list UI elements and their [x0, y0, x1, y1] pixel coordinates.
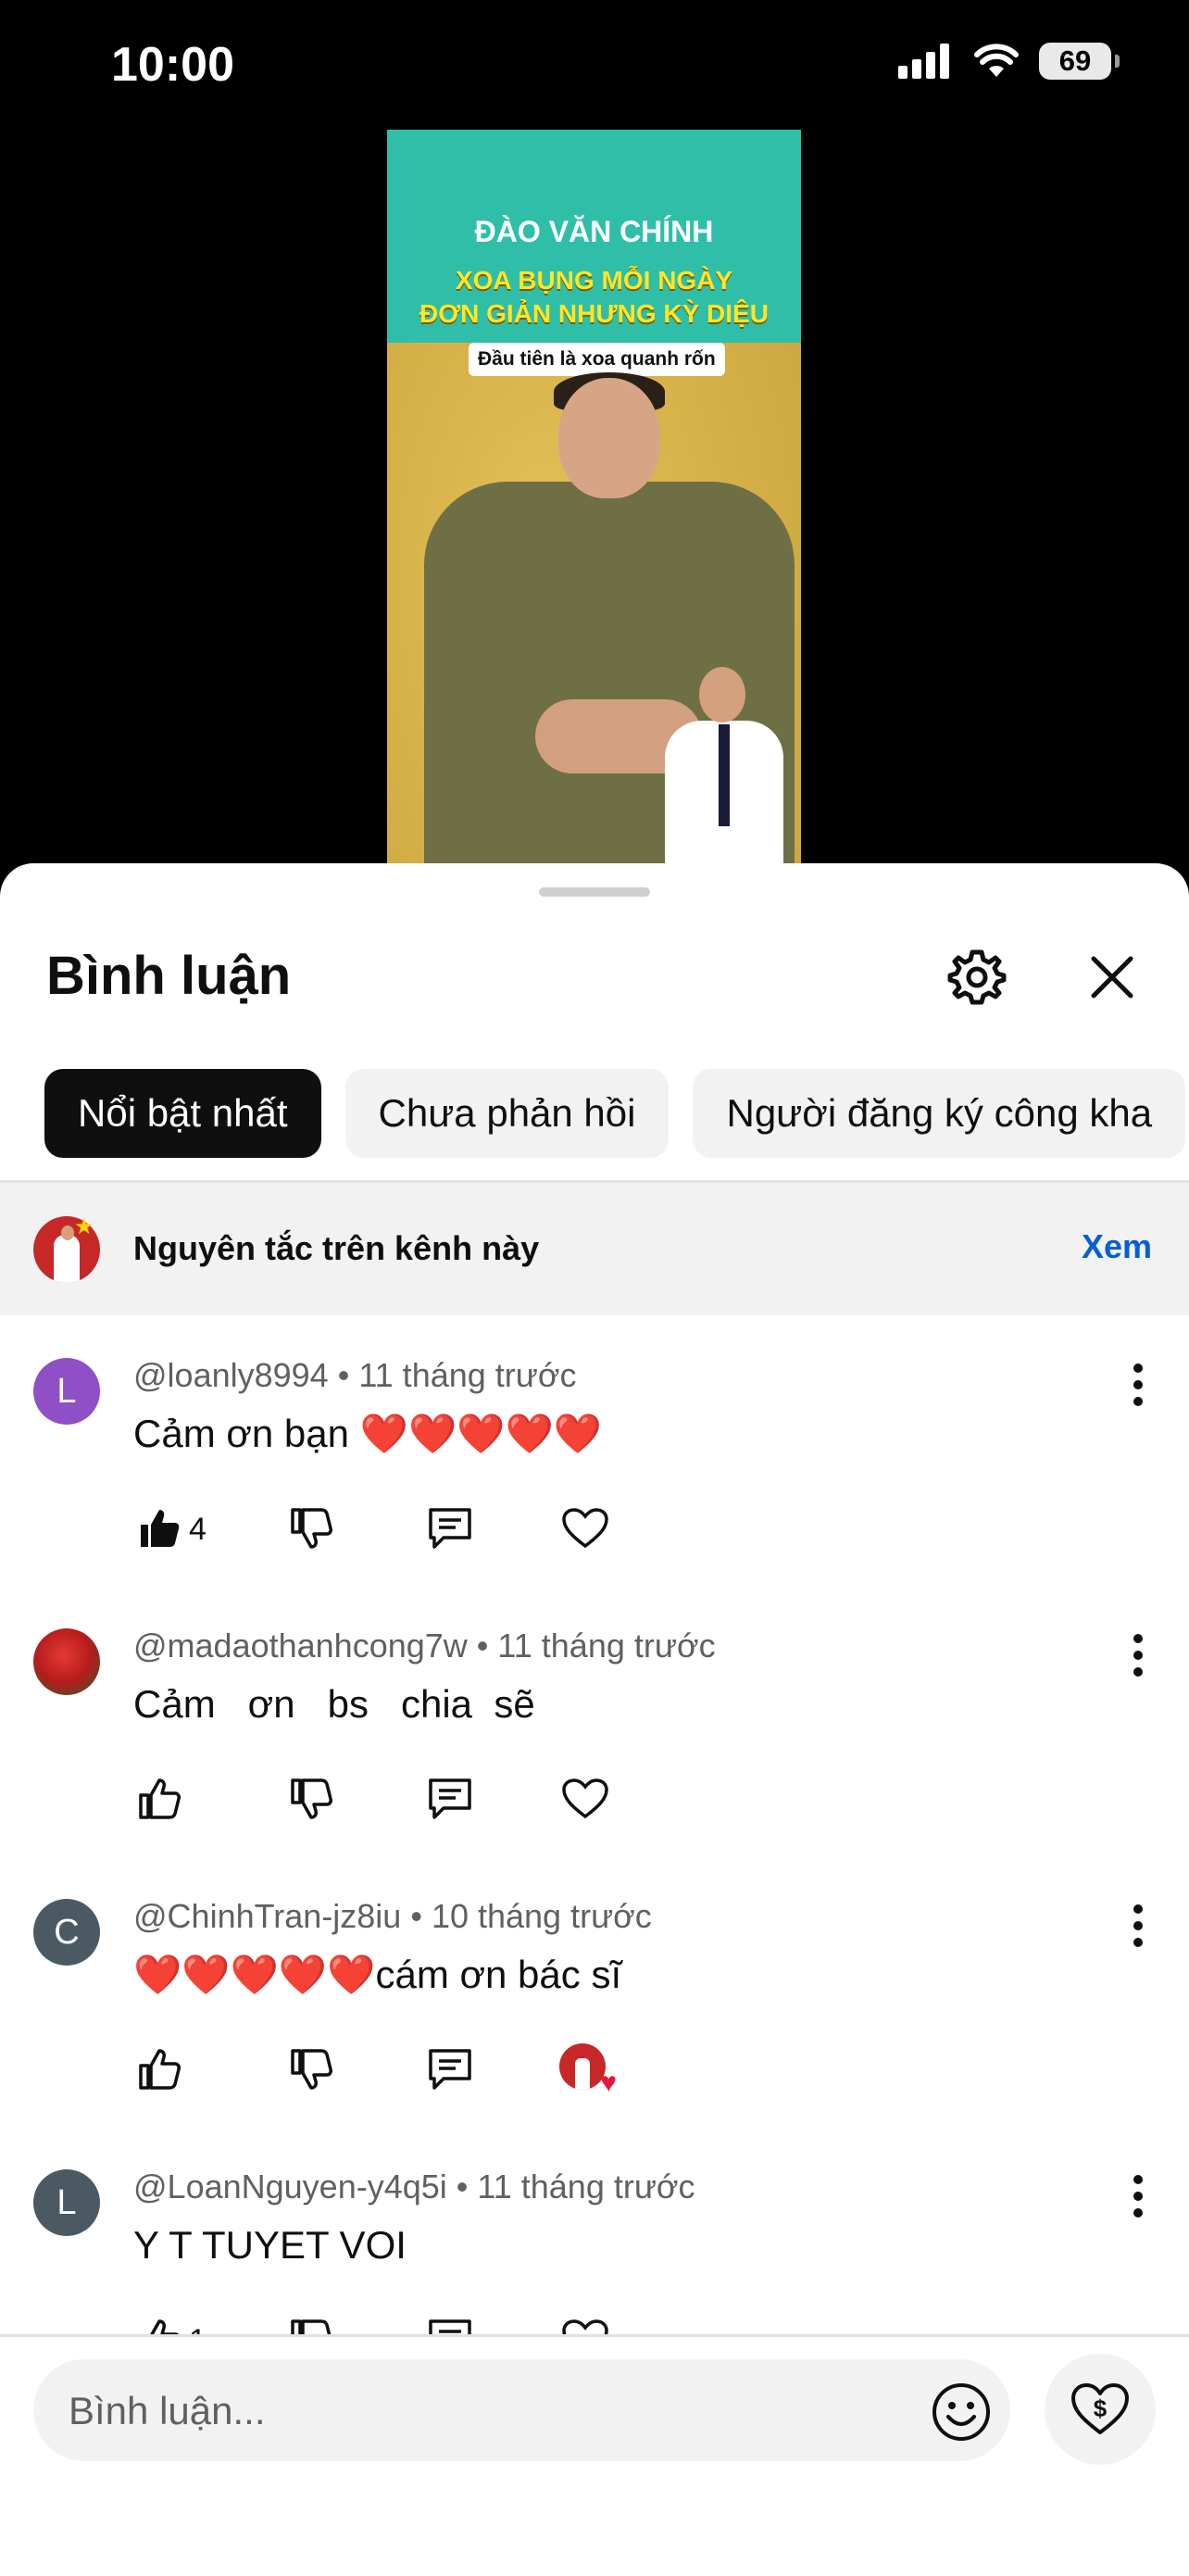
- comment-author[interactable]: @madaothanhcong7w: [133, 1627, 468, 1665]
- avatar[interactable]: L: [33, 2169, 100, 2236]
- comment-text: ❤️❤️❤️❤️❤️cám ơn bác sĩ: [133, 1953, 622, 1996]
- comment-time: 11 tháng trước: [477, 2168, 695, 2205]
- heart-icon: [562, 1778, 608, 1819]
- svg-text:$: $: [1094, 2394, 1108, 2422]
- dislike-button[interactable]: [285, 1502, 337, 1554]
- reply-icon: [429, 2049, 471, 2090]
- chip-top[interactable]: Nổi bật nhất: [44, 1069, 321, 1158]
- flag-star-icon: ★: [74, 1214, 94, 1239]
- channel-avatar-figure: [54, 1235, 80, 1283]
- inset-head: [699, 667, 745, 723]
- dislike-button[interactable]: [285, 2043, 337, 2095]
- heart-icon: [562, 1508, 608, 1549]
- comments-sheet: Bình luận Nổi bật nhất Chưa phản hồi Ngư…: [0, 863, 1189, 2573]
- creator-heart-badge: ♥: [559, 2043, 617, 2098]
- like-button[interactable]: [133, 1502, 185, 1554]
- comment-author[interactable]: @ChinhTran-jz8iu: [133, 1897, 401, 1935]
- thumbs-up-icon: [139, 1778, 181, 1819]
- drag-handle[interactable]: [539, 887, 650, 897]
- emoji-button[interactable]: [931, 2381, 992, 2443]
- reply-icon: [429, 1778, 471, 1819]
- close-icon: [1091, 956, 1133, 999]
- comment-input[interactable]: [67, 2359, 904, 2463]
- sheet-title: Bình luận: [46, 946, 292, 1006]
- video-player[interactable]: ĐÀO VĂN CHÍNH XOA BỤNG MỖI NGÀY ĐƠN GIẢN…: [387, 130, 801, 871]
- video-person-head: [558, 378, 660, 498]
- status-time: 10:00: [111, 38, 234, 92]
- thumbs-down-icon: [291, 1508, 332, 1549]
- channel-guidelines-row[interactable]: ★ Nguyên tắc trên kênh này Xem: [0, 1183, 1189, 1315]
- thumbs-down-icon: [291, 1778, 332, 1819]
- gear-icon: [947, 949, 1007, 1005]
- video-subtitle: XOA BỤNG MỖI NGÀY ĐƠN GIẢN NHƯNG KỲ DIỆU: [387, 264, 801, 331]
- reply-button[interactable]: [424, 1502, 476, 1554]
- video-subtitle-line1: XOA BỤNG MỖI NGÀY: [455, 266, 733, 295]
- reply-button[interactable]: [424, 2043, 476, 2095]
- cellular-signal-icon: [898, 44, 949, 79]
- close-button[interactable]: [1078, 943, 1146, 1012]
- avatar[interactable]: C: [33, 1899, 100, 1966]
- like-button[interactable]: [133, 2043, 185, 2095]
- comment-meta: @loanly8994 • 11 tháng trước: [133, 1356, 577, 1394]
- more-options-button[interactable]: [1132, 2175, 1145, 2225]
- more-options-button[interactable]: [1132, 1634, 1145, 1684]
- chip-public-subscribers[interactable]: Người đăng ký công kha: [693, 1069, 1186, 1158]
- video-inset-person: [660, 667, 790, 871]
- thumbs-up-icon: [139, 2049, 181, 2090]
- comment-meta: @LoanNguyen-y4q5i • 11 tháng trước: [133, 2168, 695, 2205]
- heart-filled-icon: ♥: [600, 2067, 617, 2098]
- comment-item: L @loanly8994 • 11 tháng trước Cảm ơn bạ…: [0, 1336, 1189, 1606]
- comment-item: C @ChinhTran-jz8iu • 10 tháng trước ❤️❤️…: [0, 1877, 1189, 2147]
- super-thanks-button[interactable]: $: [1045, 2354, 1156, 2465]
- status-icons: 69: [898, 43, 1120, 80]
- like-button[interactable]: [133, 1773, 185, 1825]
- wifi-icon: [974, 44, 1019, 77]
- comment-input-container[interactable]: [33, 2359, 1010, 2463]
- settings-button[interactable]: [943, 943, 1011, 1012]
- reply-icon: [429, 1508, 471, 1549]
- more-options-button[interactable]: [1132, 1363, 1145, 1414]
- video-name: ĐÀO VĂN CHÍNH: [474, 215, 714, 248]
- comment-meta: @madaothanhcong7w • 11 tháng trước: [133, 1627, 716, 1665]
- filter-chips: Nổi bật nhất Chưa phản hồi Người đăng ký…: [44, 1069, 1186, 1158]
- heart-button[interactable]: [559, 1773, 611, 1825]
- battery-icon: 69: [1039, 43, 1120, 80]
- comment-item: @madaothanhcong7w • 11 tháng trước Cảm ơ…: [0, 1606, 1189, 1877]
- creator-avatar: [559, 2043, 606, 2090]
- smiley-icon: [932, 2383, 990, 2441]
- chip-unreplied[interactable]: Chưa phản hồi: [344, 1069, 670, 1158]
- comment-time: 11 tháng trước: [497, 1627, 716, 1665]
- comment-meta: @ChinhTran-jz8iu • 10 tháng trước: [133, 1897, 652, 1935]
- more-options-button[interactable]: [1132, 1904, 1145, 1954]
- avatar[interactable]: [33, 1628, 100, 1695]
- thumbs-down-icon: [291, 2049, 332, 2090]
- comment-author[interactable]: @LoanNguyen-y4q5i: [133, 2168, 447, 2205]
- comment-text: Cảm ơn bạn ❤️❤️❤️❤️❤️: [133, 1412, 603, 1455]
- comment-text: Cảm ơn bs chia sẽ: [133, 1682, 535, 1726]
- video-caption: Đầu tiên là xoa quanh rốn: [469, 343, 725, 376]
- channel-avatar-face: [61, 1225, 74, 1240]
- heart-button[interactable]: [559, 1502, 611, 1554]
- avatar[interactable]: L: [33, 1358, 100, 1425]
- comment-text: Y T TUYET VOI: [133, 2223, 407, 2267]
- comment-time: 10 tháng trước: [431, 1897, 652, 1935]
- like-count: 4: [189, 1512, 207, 1547]
- comment-time: 11 tháng trước: [358, 1356, 577, 1394]
- comment-composer: $: [0, 2334, 1189, 2576]
- inset-tie: [719, 724, 730, 826]
- heart-dollar-icon: $: [1071, 2383, 1129, 2434]
- comment-author[interactable]: @loanly8994: [133, 1356, 329, 1394]
- reply-button[interactable]: [424, 1773, 476, 1825]
- dislike-button[interactable]: [285, 1773, 337, 1825]
- thumbs-up-filled-icon: [141, 1510, 180, 1547]
- view-guidelines-link[interactable]: Xem: [1082, 1227, 1152, 1266]
- guidelines-label: Nguyên tắc trên kênh này: [133, 1229, 540, 1267]
- video-subtitle-line2: ĐƠN GIẢN NHƯNG KỲ DIỆU: [419, 299, 769, 328]
